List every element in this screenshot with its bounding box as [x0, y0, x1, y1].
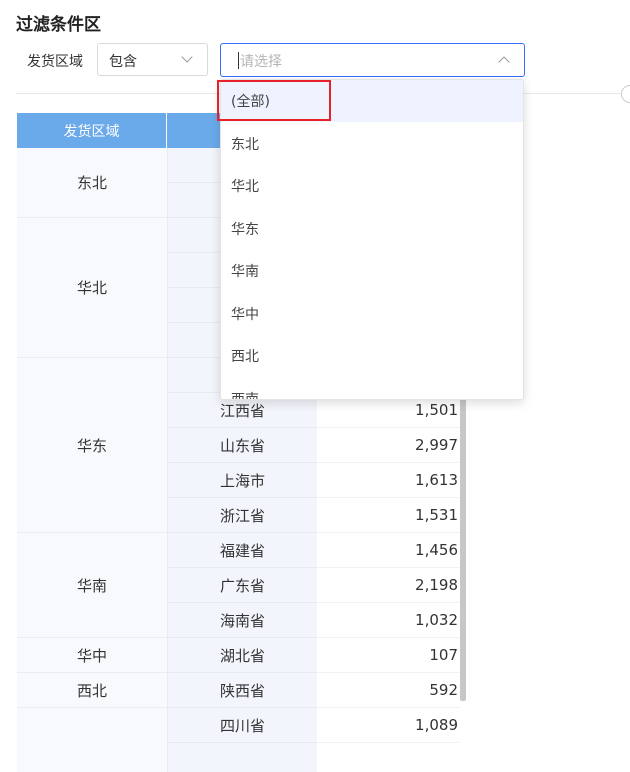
region-dropdown-menu: (全部) 东北 华北 华东 华南 华中 西北 西南	[220, 79, 524, 400]
header-region[interactable]: 发货区域	[17, 113, 167, 148]
dropdown-option[interactable]: 华东	[221, 208, 523, 250]
dropdown-option[interactable]: 西北	[221, 335, 523, 377]
province-cell: 四川省	[167, 708, 317, 743]
value-cell: 592	[317, 673, 460, 708]
province-cell: 山东省	[167, 428, 317, 463]
region-cell	[17, 708, 167, 772]
region-cell: 华南	[17, 533, 167, 638]
chevron-up-icon	[498, 56, 510, 68]
province-cell: 上海市	[167, 463, 317, 498]
value-cell: 1,032	[317, 603, 460, 638]
dropdown-option[interactable]: 华北	[221, 165, 523, 207]
value-cell: 1,456	[317, 533, 460, 568]
dropdown-option[interactable]: 西南	[221, 378, 523, 400]
value-cell: 1,613	[317, 463, 460, 498]
region-cell: 华中	[17, 638, 167, 673]
province-cell: 浙江省	[167, 498, 317, 533]
region-cell: 东北	[17, 148, 167, 218]
chevron-down-icon	[181, 51, 193, 63]
dropdown-option[interactable]: 华南	[221, 250, 523, 292]
region-value-placeholder: 请选择	[240, 54, 282, 70]
value-cell	[317, 743, 460, 772]
dropdown-option[interactable]: 东北	[221, 123, 523, 165]
value-cell: 107	[317, 638, 460, 673]
province-cell: 福建省	[167, 533, 317, 568]
region-cell: 华北	[17, 218, 167, 358]
filter-field-label: 发货区域	[27, 54, 83, 70]
operator-select[interactable]: 包含	[97, 43, 208, 76]
filter-field: 发货区域	[27, 44, 83, 78]
operator-value: 包含	[109, 54, 137, 70]
province-cell: 海南省	[167, 603, 317, 638]
highlight-annotation	[217, 80, 331, 121]
filter-section-title: 过滤条件区	[16, 15, 101, 35]
region-cell: 西北	[17, 673, 167, 708]
dropdown-option[interactable]: 华中	[221, 293, 523, 335]
collapse-handle-icon[interactable]	[621, 85, 630, 103]
value-cell: 2,198	[317, 568, 460, 603]
region-value-select[interactable]: 请选择	[220, 43, 525, 77]
province-cell: 湖北省	[167, 638, 317, 673]
value-cell: 1,089	[317, 708, 460, 743]
province-cell: 陕西省	[167, 673, 317, 708]
province-cell	[167, 743, 317, 772]
value-cell: 2,997	[317, 428, 460, 463]
province-cell: 广东省	[167, 568, 317, 603]
value-cell: 1,531	[317, 498, 460, 533]
region-cell: 华东	[17, 358, 167, 533]
text-cursor	[238, 52, 239, 69]
